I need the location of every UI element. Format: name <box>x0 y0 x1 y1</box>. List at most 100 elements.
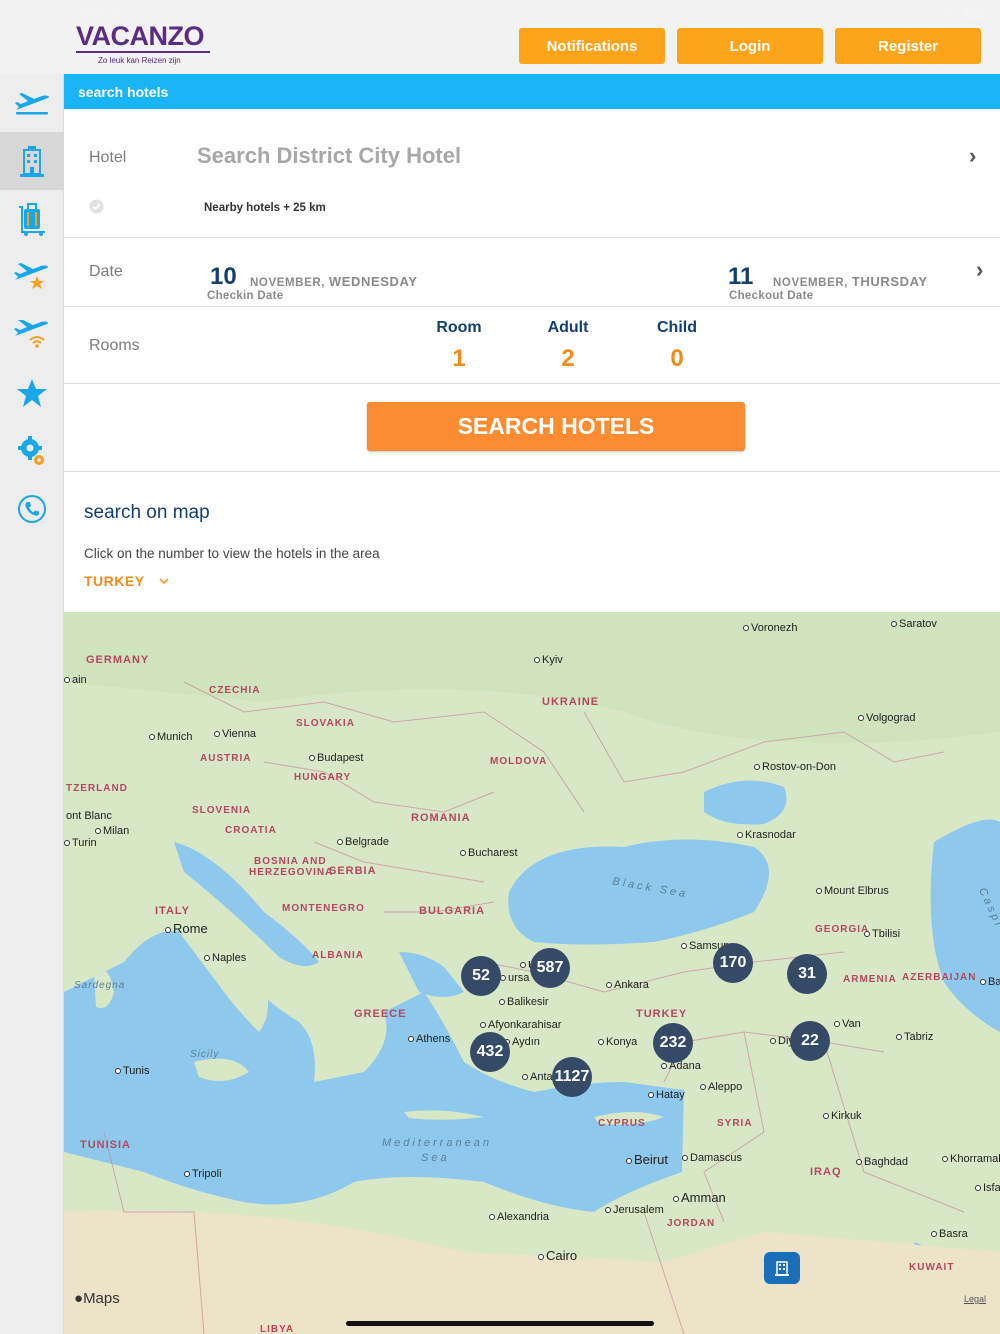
hotel-cluster-marker[interactable]: 587 <box>530 948 570 988</box>
sidebar-item-contact[interactable] <box>0 480 64 538</box>
map-island-label: Sardegna <box>74 980 126 991</box>
chevron-right-icon[interactable]: › <box>976 257 983 283</box>
battery-icon <box>962 5 989 18</box>
status-time: 10:06 PM <box>16 5 68 19</box>
map-country-label: LIBYA <box>260 1324 295 1334</box>
wifi-icon <box>910 6 924 17</box>
child-value: 0 <box>670 345 684 372</box>
divider <box>64 237 1000 238</box>
hotel-cluster-marker[interactable]: 31 <box>787 954 827 994</box>
map-island-label: Sicily <box>190 1049 220 1060</box>
map-city-label: Tbilisi <box>864 928 900 940</box>
room-value: 1 <box>452 345 466 372</box>
sidebar-item-favorites[interactable] <box>0 364 64 422</box>
room-label: Room <box>436 319 482 336</box>
logo-underline <box>76 51 210 53</box>
map-country-label: ARMENIA <box>843 974 897 985</box>
map-city-label: ain <box>64 674 87 686</box>
search-hotels-button[interactable]: SEARCH HOTELS <box>367 402 745 451</box>
map-country-label: AUSTRIA <box>200 753 252 764</box>
register-button[interactable]: Register <box>835 28 981 64</box>
notifications-button[interactable]: Notifications <box>519 28 665 64</box>
map-country-label: GREECE <box>354 1008 407 1020</box>
brand-tagline: Zo leuk kan Reizen zijn <box>98 56 181 65</box>
map-city-label: Aleppo <box>700 1081 742 1093</box>
room-count[interactable]: Room 1 <box>414 319 504 373</box>
map-country-label: UKRAINE <box>542 696 600 708</box>
chevron-down-icon <box>159 577 169 584</box>
hotel-search-input[interactable]: Search District City Hotel <box>197 143 461 169</box>
map-country-label: CYPRUS <box>598 1118 646 1129</box>
child-count[interactable]: Child 0 <box>632 319 722 373</box>
hotel-icon <box>775 1261 789 1276</box>
nearby-hotels-label: Nearby hotels + 25 km <box>204 202 326 214</box>
map-city-label: Khorramab <box>942 1153 1000 1165</box>
map-city-label: Bucharest <box>460 847 518 859</box>
legal-link[interactable]: Legal <box>964 1294 986 1304</box>
date-label: Date <box>89 263 123 280</box>
map-country-label: SERBIA <box>329 865 377 877</box>
hotel-icon <box>20 146 44 177</box>
hotel-cluster-marker[interactable]: 52 <box>461 956 501 996</box>
hotel-cluster-marker[interactable]: 22 <box>790 1021 830 1061</box>
hotel-pin-marker[interactable] <box>764 1252 800 1284</box>
map-city-label: Kyiv <box>534 654 563 666</box>
child-label: Child <box>657 319 697 336</box>
adult-count[interactable]: Adult 2 <box>523 319 613 373</box>
map-city-label: Vienna <box>214 728 256 740</box>
map-country-label: SYRIA <box>717 1118 753 1129</box>
hotel-cluster-marker[interactable]: 232 <box>653 1023 693 1063</box>
nearby-checkbox[interactable] <box>89 199 104 214</box>
map-country-label: ITALY <box>155 905 190 917</box>
sidebar-item-hotels[interactable] <box>0 132 64 190</box>
map-city-label: Tunis <box>115 1065 150 1077</box>
sidebar-item-packages[interactable] <box>0 190 64 248</box>
map-city-label: Damascus <box>682 1152 742 1164</box>
apple-logo-icon: ● <box>74 1290 84 1307</box>
map-city-label: Cairo <box>538 1248 577 1263</box>
hotel-map[interactable]: GERMANY CZECHIA UKRAINE SLOVAKIA AUSTRIA… <box>64 612 1000 1334</box>
hotel-cluster-marker[interactable]: 1127 <box>552 1057 592 1097</box>
country-select[interactable]: TURKEY <box>84 573 169 589</box>
map-city-label: Isfah <box>975 1182 1000 1194</box>
battery-level: 100% <box>925 5 956 19</box>
checkin-caption: Checkin Date <box>207 290 284 302</box>
divider <box>64 471 1000 472</box>
sidebar-item-flight-status[interactable] <box>0 306 64 364</box>
sidebar-item-flights[interactable] <box>0 74 64 132</box>
map-city-label: Baghdad <box>856 1156 908 1168</box>
map-city-label: Volgograd <box>858 712 916 724</box>
map-city-label: ont Blanc <box>64 810 112 822</box>
map-city-label: Turin <box>64 837 97 849</box>
hotel-cluster-marker[interactable]: 170 <box>713 943 753 983</box>
map-city-label: Belgrade <box>337 836 389 848</box>
map-city-label: Afyonkarahisar <box>480 1019 561 1031</box>
map-country-label: HUNGARY <box>294 772 352 783</box>
map-city-label: Athens <box>408 1033 450 1045</box>
map-country-label: TUNISIA <box>80 1139 131 1151</box>
map-country-label: AZERBAIJAN <box>902 972 977 983</box>
country-select-value: TURKEY <box>84 573 145 589</box>
search-hotels-tab[interactable]: search hotels <box>64 74 1000 109</box>
map-city-label: Basra <box>931 1228 968 1240</box>
map-city-label: Ankara <box>606 979 649 991</box>
brand-logo[interactable]: VACANZO Zo leuk kan Reizen zijn <box>76 22 216 65</box>
map-city-label: Jerusalem <box>605 1204 664 1216</box>
hotel-cluster-marker[interactable]: 432 <box>470 1032 510 1072</box>
sidebar-item-flight-deals[interactable] <box>0 248 64 306</box>
map-country-label: GEORGIA <box>815 924 870 935</box>
map-city-label: Amman <box>673 1190 726 1205</box>
map-city-label: Mount Elbrus <box>816 885 889 897</box>
map-country-label: ALBANIA <box>312 950 364 961</box>
map-country-label: SLOVAKIA <box>296 718 355 729</box>
map-city-label: Krasnodar <box>737 829 796 841</box>
sidebar <box>0 74 64 1334</box>
star-icon <box>17 379 47 407</box>
login-button[interactable]: Login <box>677 28 823 64</box>
map-city-label: Balikesir <box>499 996 549 1008</box>
divider <box>64 383 1000 384</box>
rooms-label: Rooms <box>89 337 140 354</box>
sidebar-item-settings[interactable] <box>0 422 64 480</box>
chevron-right-icon[interactable]: › <box>969 143 976 169</box>
status-date: Wed Nov 10 <box>80 5 146 19</box>
